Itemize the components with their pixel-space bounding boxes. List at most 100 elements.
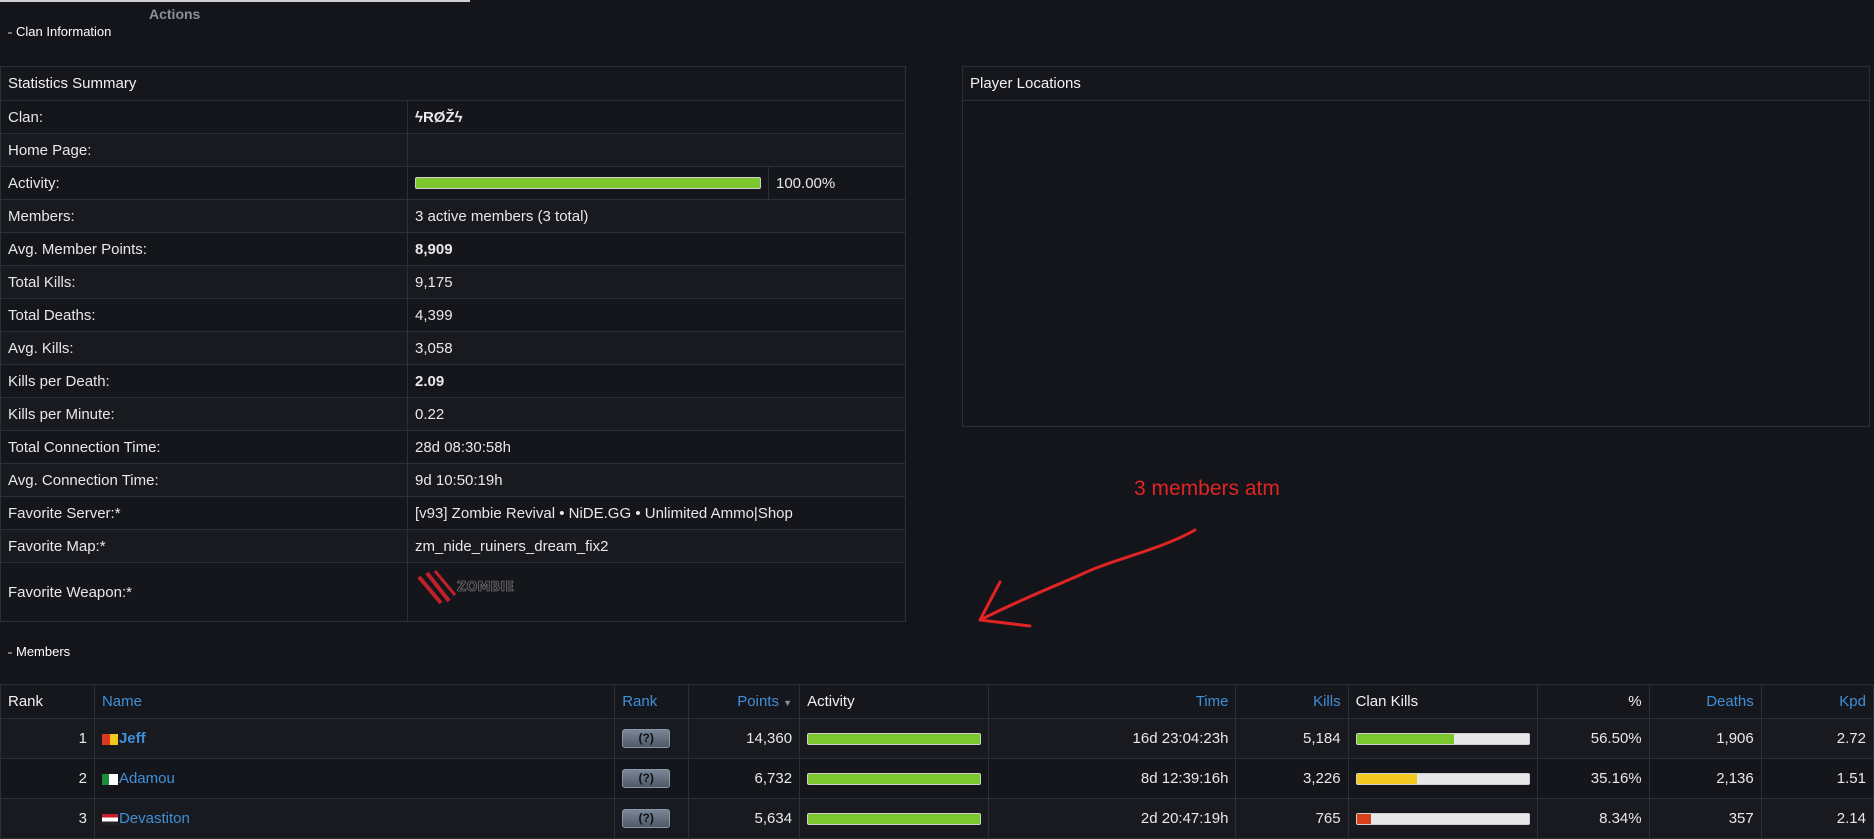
stat-label: Favorite Server:* [0,496,408,530]
clan-information-heading[interactable]: Clan Information [8,24,111,39]
member-activity-cell [799,798,989,839]
col-deaths[interactable]: Deaths [1648,684,1762,719]
section-title-text: Clan Information [16,24,112,39]
clan-kills-bar-fill [1356,813,1371,824]
member-name-link[interactable]: Adamou [119,770,175,787]
stat-label: Home Page: [0,133,408,167]
annotation-arrow-icon [978,528,1197,628]
member-row: 1 Jeff (?) 14,360 16d 23:04:23h 5,184 56.50% 1,… [0,718,1874,759]
member-points: 14,360 [687,718,801,759]
avg-kills-value: 3,058 [407,331,906,365]
member-name-cell: Jeff [93,718,616,759]
stat-label: Clan: [0,100,408,134]
member-rank-badge-cell: (?) [614,718,689,759]
stat-row-total-kills: Total Kills: 9,175 [0,265,906,299]
clan-kills-bar [1355,732,1530,745]
stat-label: Total Deaths: [0,298,408,332]
member-rank: 3 [0,798,95,839]
member-clan-kills-cell [1347,718,1538,759]
stat-row-total-time: Total Connection Time: 28d 08:30:58h [0,430,906,464]
member-time: 8d 12:39:16h [987,758,1237,799]
member-name-cell: Adamou [93,758,616,799]
stat-label: Avg. Kills: [0,331,408,365]
col-rank[interactable]: Rank [614,684,689,719]
member-percent: 35.16% [1536,758,1650,799]
stat-label: Total Connection Time: [0,430,408,464]
rank-badge-icon[interactable]: (?) [622,809,671,828]
member-activity-cell [799,758,989,799]
actions-tab[interactable]: Actions [149,6,200,22]
member-rank-badge-cell: (?) [614,758,689,799]
clan-kills-bar [1355,812,1530,825]
col-rank-number: Rank [0,684,95,719]
kpm-value: 0.22 [407,397,906,431]
avg-points-value: 8,909 [407,232,906,266]
claw-marks-icon: ZOMBIE [417,570,514,605]
clan-name-value: ϟRØŽϟ [407,100,906,134]
stat-label: Kills per Death: [0,364,408,398]
members-table: Rank Name Rank Points ▼ Activity Time Ki… [0,684,1874,839]
total-kills-value: 9,175 [407,265,906,299]
homepage-value [407,133,906,167]
col-time[interactable]: Time [987,684,1237,719]
member-kpd: 2.14 [1760,798,1874,839]
player-locations-panel: Player Locations [962,66,1870,427]
rank-badge-icon[interactable]: (?) [622,769,671,788]
member-name-link[interactable]: Devastiton [119,810,190,827]
stat-row-activity: Activity: 100.00% [0,166,906,200]
rank-badge-icon[interactable]: (?) [622,729,671,748]
member-deaths: 2,136 [1648,758,1762,799]
stat-row-total-deaths: Total Deaths: 4,399 [0,298,906,332]
stat-label: Kills per Minute: [0,397,408,431]
section-title-text: Members [16,644,71,659]
stat-label: Avg. Connection Time: [0,463,408,497]
member-time: 16d 23:04:23h [987,718,1237,759]
favorite-map-link[interactable]: zm_nide_ruiners_dream_fix2 [407,529,906,563]
col-kpd[interactable]: Kpd [1760,684,1874,719]
member-name-link[interactable]: Jeff [119,730,146,747]
total-time-value: 28d 08:30:58h [407,430,906,464]
members-header-row: Rank Name Rank Points ▼ Activity Time Ki… [0,684,1874,719]
stat-label: Activity: [0,166,408,200]
col-activity: Activity [799,684,989,719]
col-name[interactable]: Name [93,684,616,719]
col-percent: % [1536,684,1650,719]
member-kpd: 2.72 [1760,718,1874,759]
favorite-server-link[interactable]: [v93] Zombie Revival • NiDE.GG • Unlimit… [407,496,906,530]
member-kills: 5,184 [1235,718,1349,759]
zombie-weapon-logo-icon[interactable]: ZOMBIE [415,570,525,607]
member-kills: 3,226 [1235,758,1349,799]
country-flag-icon [101,773,118,785]
activity-progress-fill [416,178,760,188]
stat-row-members: Members: 3 active members (3 total) [0,199,906,233]
annotation-text: 3 members atm [1134,477,1280,500]
col-points[interactable]: Points ▼ [687,684,801,719]
stat-label: Total Kills: [0,265,408,299]
stat-row-kpd: Kills per Death: 2.09 [0,364,906,398]
member-clan-kills-cell [1347,798,1538,839]
stat-label: Avg. Member Points: [0,232,408,266]
member-rank: 2 [0,758,95,799]
members-heading[interactable]: Members [8,644,70,659]
clan-kills-bar-fill [1356,733,1454,744]
country-flag-icon [101,733,118,745]
stat-row-avg-time: Avg. Connection Time: 9d 10:50:19h [0,463,906,497]
stat-label: Favorite Weapon:* [0,562,408,622]
player-locations-title: Player Locations [963,67,1869,101]
member-percent: 8.34% [1536,798,1650,839]
activity-bar-fill [808,813,980,824]
member-rank-badge-cell: (?) [614,798,689,839]
collapse-indicator-icon [8,31,12,34]
member-name-cell: Devastiton [93,798,616,839]
top-divider [0,0,470,2]
stat-label: Members: [0,199,408,233]
activity-bar [807,732,981,745]
member-row: 3 Devastiton (?) 5,634 2d 20:47:19h 765 8.34% 3… [0,798,1874,839]
weapon-logo-text: ZOMBIE [457,580,514,595]
stat-label: Favorite Map:* [0,529,408,563]
collapse-indicator-icon [8,651,12,654]
country-flag-icon [101,813,118,825]
col-kills[interactable]: Kills [1235,684,1349,719]
member-points: 6,732 [687,758,801,799]
stat-row-clan: Clan: ϟRØŽϟ [0,100,906,134]
